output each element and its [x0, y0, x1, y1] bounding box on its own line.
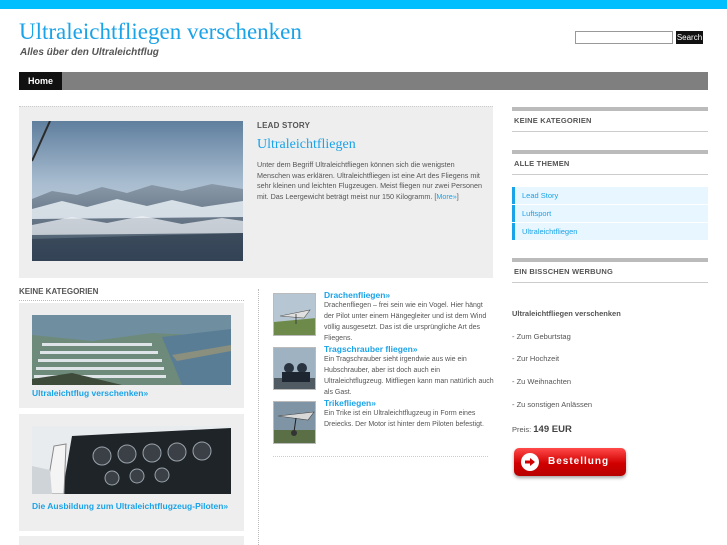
article-text: Trikefliegen» Ein Trike ist ein Ultralei…	[324, 398, 494, 430]
search-button[interactable]: Search	[676, 31, 703, 44]
column-divider	[258, 289, 259, 545]
article-text: Tragschrauber fliegen» Ein Tragschrauber…	[324, 344, 494, 398]
sidebar-divider	[512, 174, 708, 175]
search-input[interactable]	[575, 31, 673, 44]
article-body: Ein Trike ist ein Ultraleichtflugzeug in…	[324, 410, 484, 428]
lead-story: Lead Story Ultraleichtfliegen Unter dem …	[19, 106, 493, 278]
price: Preis: 149 EUR	[512, 424, 572, 435]
article-body: Ein Tragschrauber sieht irgendwie aus wi…	[324, 356, 494, 396]
main-navigation: Home	[19, 72, 708, 90]
category-card: Die Ausbildung zum Ultraleichtflugzeug-P…	[19, 414, 244, 531]
article-title-tragschrauber[interactable]: Tragschrauber fliegen»	[324, 344, 494, 354]
cockpit-image[interactable]	[32, 426, 231, 494]
sidebar-divider	[512, 131, 708, 132]
sidebar-heading-kategorien: Keine Kategorien	[514, 116, 592, 125]
category-heading: Keine Kategorien	[19, 287, 99, 296]
arrow-right-icon	[521, 453, 539, 471]
promo-item: - Zur Hochzeit	[512, 354, 560, 363]
site-title[interactable]: Ultraleichtfliegen verschenken	[19, 19, 302, 45]
article-title-drachenfliegen[interactable]: Drachenfliegen»	[324, 290, 494, 300]
price-label: Preis:	[512, 425, 532, 434]
theme-link-ultraleichtfliegen[interactable]: Ultraleichtfliegen	[512, 223, 708, 240]
article-title-trikefliegen[interactable]: Trikefliegen»	[324, 398, 494, 408]
category-card	[19, 536, 244, 545]
promo-item: - Zu Weihnachten	[512, 377, 572, 386]
hang-glider-thumbnail[interactable]	[273, 293, 316, 336]
promo-item: - Zum Geburtstag	[512, 332, 571, 341]
price-value: 149 EUR	[533, 424, 572, 435]
sidebar-divider	[512, 258, 708, 262]
divider	[273, 456, 488, 457]
lead-story-label: Lead Story	[257, 121, 311, 130]
nav-item-home[interactable]: Home	[19, 72, 62, 90]
lead-story-body: Unter dem Begriff Ultraleichtfliegen kön…	[257, 160, 487, 202]
divider	[19, 300, 244, 301]
sidebar-divider	[512, 107, 708, 111]
more-link[interactable]: More»	[436, 192, 456, 201]
promo-title: Ultraleichtfliegen verschenken	[512, 309, 621, 318]
theme-link-luftsport[interactable]: Luftsport	[512, 205, 708, 222]
top-accent-bar	[0, 0, 727, 9]
order-button[interactable]: Bestellung	[514, 448, 626, 476]
trike-thumbnail[interactable]	[273, 401, 316, 444]
site-tagline: Alles über den Ultraleichtflug	[20, 47, 159, 58]
lead-story-title[interactable]: Ultraleichtfliegen	[257, 137, 487, 153]
more-bracket-close: ]	[456, 191, 459, 201]
sidebar-heading-werbung: Ein bisschen Werbung	[514, 267, 614, 276]
promo-item: - Zu sonstigen Anlässen	[512, 400, 593, 409]
card-title-ausbildung[interactable]: Die Ausbildung zum Ultraleichtflugzeug-P…	[32, 501, 232, 511]
marina-image[interactable]	[32, 315, 231, 385]
lead-story-image[interactable]	[32, 121, 243, 261]
sidebar-divider	[512, 150, 708, 154]
category-card: Ultraleichtflug verschenken»	[19, 303, 244, 408]
sidebar-heading-themen: Alle Themen	[514, 159, 570, 168]
article-body: Drachenfliegen – frei sein wie ein Vogel…	[324, 302, 487, 342]
gyrocopter-thumbnail[interactable]	[273, 347, 316, 390]
article-text: Drachenfliegen» Drachenfliegen – frei se…	[324, 290, 494, 344]
order-button-label: Bestellung	[548, 456, 610, 467]
sidebar-divider	[512, 282, 708, 283]
theme-link-lead-story[interactable]: Lead Story	[512, 187, 708, 204]
lead-story-text: Lead Story Ultraleichtfliegen Unter dem …	[257, 121, 487, 202]
card-title-ultraleichtflug[interactable]: Ultraleichtflug verschenken»	[32, 388, 232, 398]
